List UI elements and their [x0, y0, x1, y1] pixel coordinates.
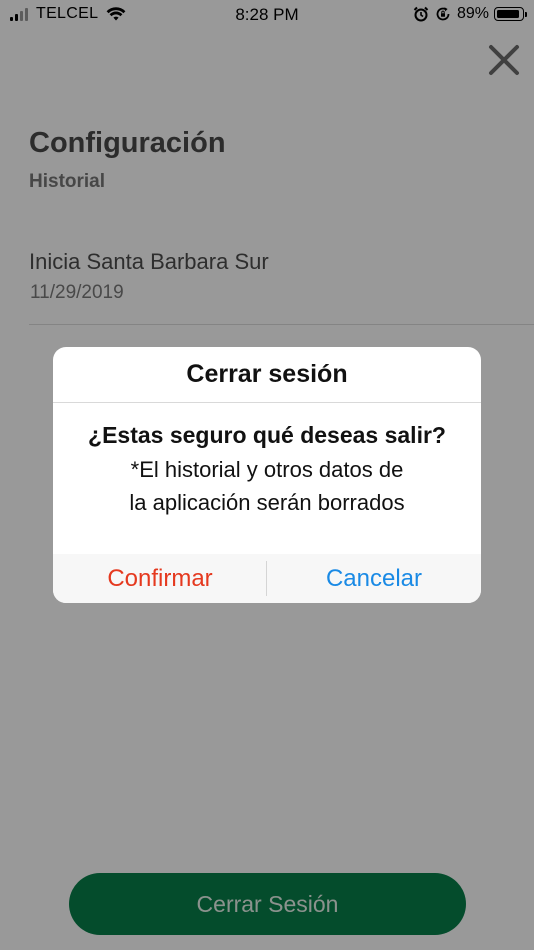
dialog-message-line2: la aplicación serán borrados: [129, 490, 405, 515]
dialog-message-line1: *El historial y otros datos de: [130, 457, 404, 482]
logout-dialog: Cerrar sesión ¿Estas seguro qué deseas s…: [53, 347, 481, 603]
app-screen: TELCEL 8:28 PM 89% Configuración Histori…: [0, 0, 534, 950]
confirm-button[interactable]: Confirmar: [53, 554, 267, 603]
dialog-question: ¿Estas seguro qué deseas salir?: [88, 422, 446, 448]
cancel-button[interactable]: Cancelar: [267, 554, 481, 603]
dialog-title: Cerrar sesión: [53, 347, 481, 403]
dialog-actions: Confirmar Cancelar: [53, 554, 481, 603]
